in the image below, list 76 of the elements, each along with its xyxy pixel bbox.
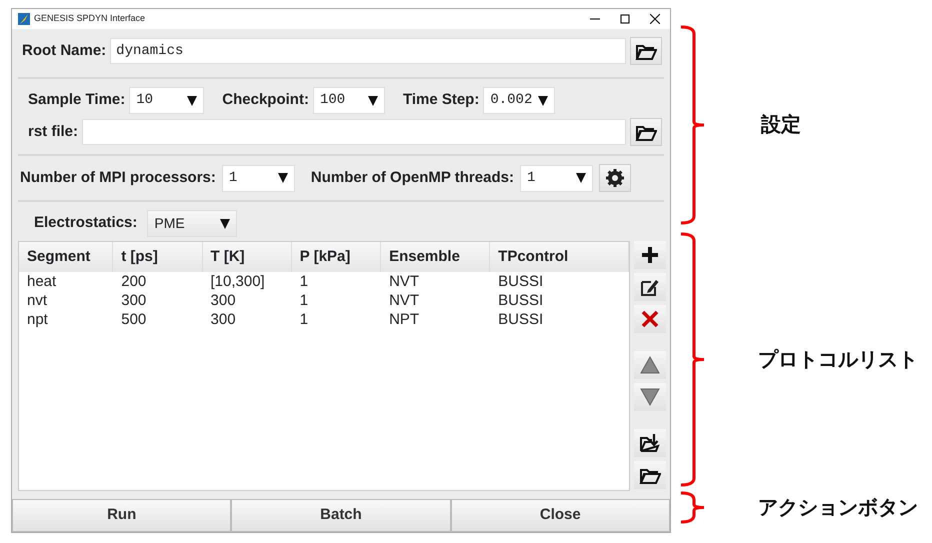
table-cell-text: nvt	[26, 291, 48, 310]
column-header[interactable]: t [ps]	[113, 242, 203, 272]
move-down-button[interactable]	[634, 383, 666, 411]
annotation-label: アクションボタン	[758, 496, 918, 520]
rst-file-field[interactable]	[82, 119, 626, 145]
table-cell-text: BUSSI	[497, 272, 544, 291]
delete-icon	[639, 309, 661, 329]
action-button[interactable]: Batch	[231, 499, 451, 532]
table-cell-text: NVT	[388, 272, 420, 291]
edit-icon	[639, 277, 661, 297]
open-folder-button[interactable]	[634, 461, 666, 489]
table-cell-text: 200	[120, 272, 148, 291]
brace-icon	[680, 25, 706, 225]
caret-icon	[187, 96, 198, 106]
table-cell-text: npt	[26, 310, 49, 329]
action-button[interactable]: Close	[450, 499, 670, 532]
caret-icon	[220, 218, 230, 228]
table-cell-text: 1	[298, 291, 310, 310]
column-header[interactable]: Ensemble	[381, 242, 490, 272]
edit-button[interactable]	[634, 273, 666, 301]
field-label: Number of OpenMP threads:	[310, 168, 514, 188]
column-header[interactable]: TPcontrol	[490, 242, 629, 272]
brace-icon	[680, 232, 706, 487]
root-name-field[interactable]: dynamics	[110, 38, 626, 64]
save-button[interactable]	[634, 429, 666, 457]
field-label: Time Step:	[402, 90, 480, 110]
app-logo-icon	[18, 13, 30, 25]
column-header[interactable]: Segment	[19, 242, 114, 272]
add-button[interactable]	[634, 241, 666, 269]
table-cell-text: 300	[210, 310, 237, 329]
table-cell-text: 500	[120, 310, 148, 329]
table-cell-text: heat	[26, 272, 58, 291]
column-header[interactable]: P [kPa]	[292, 242, 382, 272]
caret-icon	[576, 173, 586, 183]
table-cell-text: 300	[120, 291, 148, 310]
maximize-icon	[620, 14, 630, 24]
field-label: Number of MPI processors:	[20, 168, 216, 188]
field-label: Checkpoint:	[222, 90, 309, 110]
mpi-processors-dropdown[interactable]: 1	[222, 164, 295, 192]
move-up-icon	[639, 355, 661, 375]
table-cell-text: 1	[298, 272, 310, 291]
field-label: rst file:	[28, 122, 78, 142]
caret-icon	[278, 173, 288, 183]
caret-icon	[538, 96, 548, 106]
field-label: Sample Time:	[28, 90, 126, 110]
open-folder-button[interactable]	[630, 118, 662, 146]
table-cell-text: 1	[298, 310, 310, 329]
electrostatics-dropdown[interactable]: PME	[147, 210, 238, 237]
annotation-label: 設定	[761, 112, 801, 138]
settings-icon	[604, 168, 626, 188]
table-cell-text: [10,300]	[210, 272, 266, 291]
column-header[interactable]: T [K]	[202, 242, 292, 272]
delete-button[interactable]	[634, 305, 666, 333]
sample-time-dropdown[interactable]: 10	[129, 87, 204, 114]
save-icon	[639, 433, 661, 453]
field-label: Electrostatics:	[34, 213, 138, 234]
table-cell-text: BUSSI	[497, 310, 544, 329]
brace-icon	[680, 491, 706, 524]
close-icon	[650, 14, 660, 24]
add-icon	[639, 245, 661, 265]
table-cell-text: NVT	[388, 291, 420, 310]
table-cell-text: 300	[210, 291, 237, 310]
caret-icon	[368, 96, 378, 106]
window-title: GENESIS SPDYN Interface	[34, 12, 146, 26]
checkpoint-dropdown[interactable]: 100	[312, 87, 385, 114]
annotation-label: プロトコルリスト	[758, 348, 918, 372]
move-up-button[interactable]	[634, 351, 666, 379]
settings-button[interactable]	[598, 164, 631, 192]
table-cell-text: BUSSI	[497, 291, 544, 310]
action-button[interactable]: Run	[12, 499, 232, 532]
field-label: Root Name:	[22, 40, 106, 61]
openmp-threads-dropdown[interactable]: 1	[520, 164, 593, 192]
time-step-dropdown[interactable]: 0.002	[483, 87, 556, 114]
table-cell-text: NPT	[388, 310, 420, 329]
move-down-icon	[639, 387, 661, 407]
open-folder-button[interactable]	[630, 37, 662, 65]
